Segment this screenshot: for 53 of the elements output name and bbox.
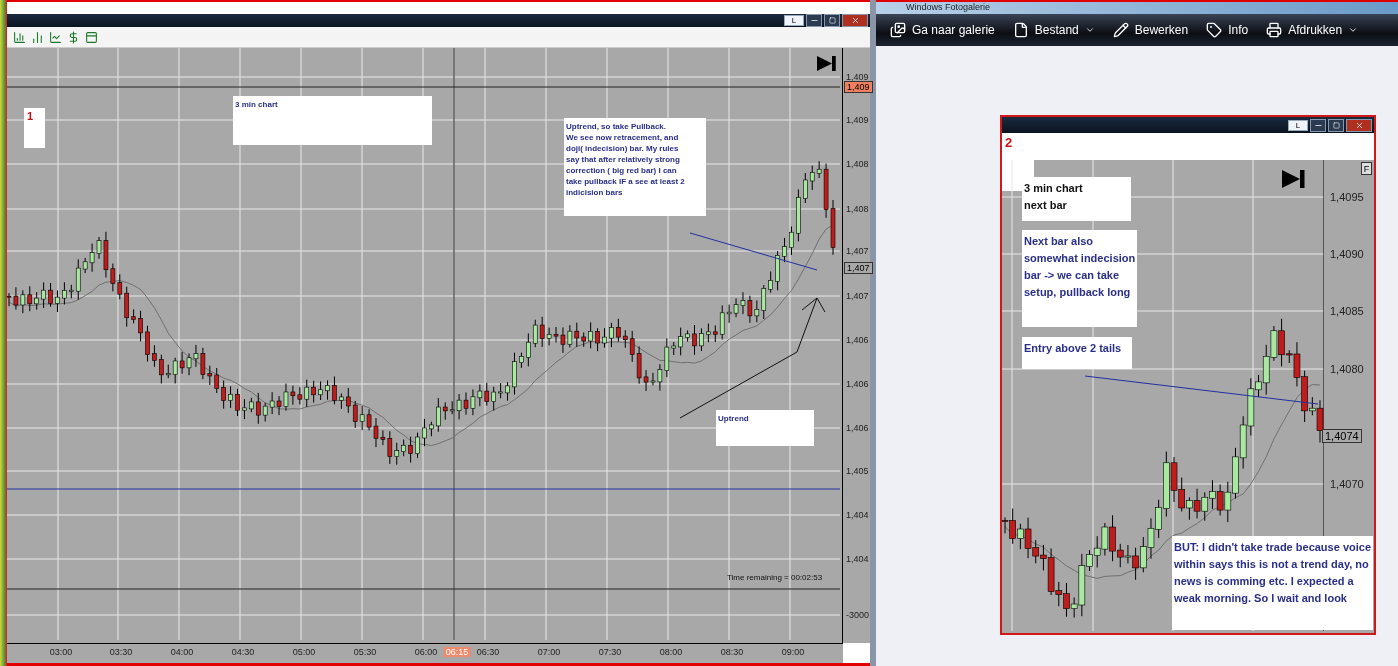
chart-note: 3 min chart next bar xyxy=(1022,177,1131,221)
time-label: 05:30 xyxy=(352,647,378,657)
chart-note: 3 min chart xyxy=(233,96,432,145)
time-label: 03:30 xyxy=(108,647,134,657)
price-label: 1,405 xyxy=(846,466,869,476)
price-tag: 1,4074 xyxy=(1322,429,1362,443)
toolbar-button[interactable]: Ga naar galerie xyxy=(884,20,1001,40)
time-label: 06:00 xyxy=(413,647,439,657)
price-label: 1,409 xyxy=(846,115,869,125)
window-title: Windows Fotogalerie xyxy=(876,0,1398,14)
chart-label: 1 xyxy=(24,108,45,148)
price-label: 1,408 xyxy=(846,159,869,169)
price-label: 1,406 xyxy=(846,335,869,345)
price-tag: 1,409 xyxy=(844,81,873,93)
corner-button[interactable]: F xyxy=(1361,162,1372,175)
chart-note: Entry above 2 tails xyxy=(1022,337,1132,369)
lock-button[interactable]: L xyxy=(1288,119,1308,131)
price-label: 1,4095 xyxy=(1330,191,1364,203)
chart-note: BUT: I didn't take trade because voice within says this is not a trend day, no news is comming etc. I expected a weak morning. So I wait and look xyxy=(1172,536,1373,630)
price-label: 1,4085 xyxy=(1330,305,1364,317)
toolbar-button[interactable]: Bewerken xyxy=(1106,20,1195,40)
time-label: 07:00 xyxy=(536,647,562,657)
lock-button[interactable]: L xyxy=(784,15,804,26)
price-label: 1,4090 xyxy=(1330,248,1364,260)
price-label: 1,406 xyxy=(846,379,869,389)
price-label: 1,404 xyxy=(846,554,869,564)
time-label: 04:30 xyxy=(230,647,256,657)
price-label: 1,408 xyxy=(846,204,869,214)
price-label: 1,4080 xyxy=(1330,363,1364,375)
time-remaining: Time remaining = 00:02:53 xyxy=(727,573,823,582)
price-label: 1,407 xyxy=(846,246,869,256)
time-label: 08:30 xyxy=(719,647,745,657)
chart-note: Next bar also somewhat indecision bar -> we can take setup, pullback long xyxy=(1022,230,1138,327)
time-label: 07:30 xyxy=(597,647,623,657)
chart-note: Uptrend xyxy=(716,410,814,446)
time-label: 04:00 xyxy=(169,647,195,657)
time-label: 08:00 xyxy=(658,647,684,657)
price-label: -3000 xyxy=(846,610,870,620)
price-tag: 1,407 xyxy=(844,262,873,274)
price-label: 1,407 xyxy=(846,291,869,301)
toolbar-button[interactable]: Afdrukken xyxy=(1260,20,1365,40)
chart-note: Uptrend, so take Pullback. We see now retracement, and doji( indecision) bar. My rules say that after relatively strong correction ( big red bar) I can take pullback IF a see at least 2 indicision bars xyxy=(564,118,706,216)
time-label: 05:00 xyxy=(291,647,317,657)
price-label: 1,409 xyxy=(846,72,869,82)
time-label: 06:30 xyxy=(475,647,501,657)
toolbar-button[interactable]: Info xyxy=(1200,20,1255,40)
price-label: 1,404 xyxy=(846,510,869,520)
toolbar-button[interactable]: Bestand xyxy=(1006,20,1101,40)
price-label: 1,4070 xyxy=(1330,478,1364,490)
time-label: 03:00 xyxy=(48,647,74,657)
price-label: 1,406 xyxy=(846,423,869,433)
time-label: 09:00 xyxy=(780,647,806,657)
time-label: 06:15 xyxy=(443,647,471,657)
